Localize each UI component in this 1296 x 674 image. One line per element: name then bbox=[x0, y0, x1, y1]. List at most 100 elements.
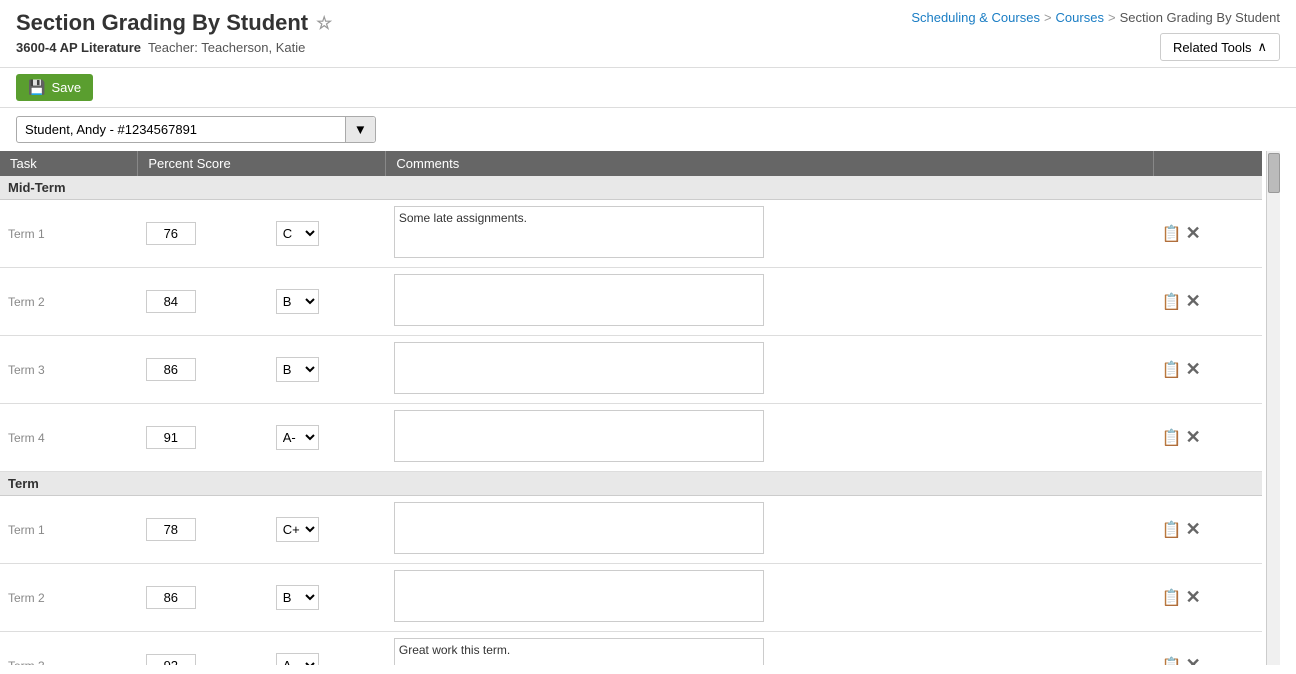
comment-textarea[interactable] bbox=[394, 274, 764, 326]
score-input[interactable] bbox=[146, 586, 196, 609]
score-input[interactable] bbox=[146, 290, 196, 313]
grade-cell: A+AA-B+BB-C+CC-D+DD-F bbox=[268, 268, 386, 336]
score-input[interactable] bbox=[146, 654, 196, 665]
course-name: 3600-4 AP Literature bbox=[16, 40, 141, 55]
grade-area: Task Percent Score Comments Mid-Term Ter… bbox=[0, 151, 1266, 665]
header: Section Grading By Student ☆ 3600-4 AP L… bbox=[0, 0, 1296, 68]
doc-icon[interactable]: 📋 bbox=[1162, 520, 1182, 540]
student-input[interactable] bbox=[17, 117, 345, 142]
teacher-name: Teacherson, Katie bbox=[201, 40, 305, 55]
task-label: Term 2 bbox=[0, 564, 138, 632]
grade-select[interactable]: A+AA-B+BB-C+CC-D+DD-F bbox=[276, 653, 319, 665]
grade-select[interactable]: A+AA-B+BB-C+CC-D+DD-F bbox=[276, 585, 319, 610]
breadcrumb-sep1: > bbox=[1044, 10, 1052, 25]
grade-select[interactable]: A+AA-B+BB-C+CC-D+DD-F bbox=[276, 517, 319, 542]
subtitle: 3600-4 AP Literature Teacher: Teacherson… bbox=[16, 40, 332, 55]
doc-icon[interactable]: 📋 bbox=[1162, 588, 1182, 608]
clear-icon[interactable]: ✕ bbox=[1186, 291, 1201, 312]
doc-icon[interactable]: 📋 bbox=[1162, 428, 1182, 448]
grade-select[interactable]: A+AA-B+BB-C+CC-D+DD-F bbox=[276, 221, 319, 246]
score-cell bbox=[138, 336, 268, 404]
grade-row: Term 3 A+AA-B+BB-C+CC-D+DD-F 📋 ✕ bbox=[0, 336, 1262, 404]
clear-icon[interactable]: ✕ bbox=[1186, 427, 1201, 448]
task-label: Term 1 bbox=[0, 200, 138, 268]
comment-textarea[interactable]: Great work this term. bbox=[394, 638, 764, 665]
comment-cell bbox=[386, 336, 1154, 404]
task-label: Term 3 bbox=[0, 632, 138, 666]
action-cell: 📋 ✕ bbox=[1154, 404, 1262, 472]
grade-cell: A+AA-B+BB-C+CC-D+DD-F bbox=[268, 496, 386, 564]
comment-textarea[interactable] bbox=[394, 342, 764, 394]
grade-table: Task Percent Score Comments Mid-Term Ter… bbox=[0, 151, 1262, 665]
score-input[interactable] bbox=[146, 358, 196, 381]
grade-row: Term 1 A+AA-B+BB-C+CC-D+DD-F 📋 ✕ bbox=[0, 496, 1262, 564]
clear-icon[interactable]: ✕ bbox=[1186, 655, 1201, 665]
col-header-comments: Comments bbox=[386, 151, 1154, 176]
score-cell bbox=[138, 632, 268, 666]
doc-icon[interactable]: 📋 bbox=[1162, 656, 1182, 666]
table-header: Task Percent Score Comments bbox=[0, 151, 1262, 176]
chevron-up-icon: ∧ bbox=[1257, 39, 1267, 55]
action-cell: 📋 ✕ bbox=[1154, 564, 1262, 632]
section-name-1: Term bbox=[0, 472, 1262, 496]
comment-textarea[interactable]: Some late assignments. bbox=[394, 206, 764, 258]
save-label: Save bbox=[51, 80, 81, 95]
header-left: Section Grading By Student ☆ 3600-4 AP L… bbox=[16, 10, 332, 55]
action-cell: 📋 ✕ bbox=[1154, 268, 1262, 336]
comment-textarea[interactable] bbox=[394, 570, 764, 622]
score-input[interactable] bbox=[146, 426, 196, 449]
comment-cell bbox=[386, 404, 1154, 472]
clear-icon[interactable]: ✕ bbox=[1186, 587, 1201, 608]
breadcrumb-link-scheduling[interactable]: Scheduling & Courses bbox=[911, 10, 1040, 25]
grade-cell: A+AA-B+BB-C+CC-D+DD-F bbox=[268, 200, 386, 268]
clear-icon[interactable]: ✕ bbox=[1186, 359, 1201, 380]
comment-cell bbox=[386, 496, 1154, 564]
doc-icon[interactable]: 📋 bbox=[1162, 292, 1182, 312]
comment-textarea[interactable] bbox=[394, 502, 764, 554]
task-label: Term 4 bbox=[0, 404, 138, 472]
comment-textarea[interactable] bbox=[394, 410, 764, 462]
action-cell: 📋 ✕ bbox=[1154, 336, 1262, 404]
related-tools-button[interactable]: Related Tools ∧ bbox=[1160, 33, 1280, 61]
grade-cell: A+AA-B+BB-C+CC-D+DD-F bbox=[268, 336, 386, 404]
teacher-label: Teacher: bbox=[148, 40, 198, 55]
clear-icon[interactable]: ✕ bbox=[1186, 519, 1201, 540]
page-title-text: Section Grading By Student bbox=[16, 10, 308, 36]
student-dropdown: ▼ bbox=[16, 116, 376, 143]
grade-select[interactable]: A+AA-B+BB-C+CC-D+DD-F bbox=[276, 289, 319, 314]
student-dropdown-button[interactable]: ▼ bbox=[345, 117, 375, 142]
page-title: Section Grading By Student ☆ bbox=[16, 10, 332, 36]
scrollbar[interactable] bbox=[1266, 151, 1280, 665]
action-cell: 📋 ✕ bbox=[1154, 496, 1262, 564]
grade-row: Term 1 A+AA-B+BB-C+CC-D+DD-F Some late a… bbox=[0, 200, 1262, 268]
score-input[interactable] bbox=[146, 222, 196, 245]
grade-tbody: Mid-Term Term 1 A+AA-B+BB-C+CC-D+DD-F So… bbox=[0, 176, 1262, 665]
save-icon: 💾 bbox=[28, 79, 45, 96]
grade-select[interactable]: A+AA-B+BB-C+CC-D+DD-F bbox=[276, 425, 319, 450]
col-header-task: Task bbox=[0, 151, 138, 176]
grade-select[interactable]: A+AA-B+BB-C+CC-D+DD-F bbox=[276, 357, 319, 382]
toolbar: 💾 Save bbox=[0, 68, 1296, 108]
comment-cell bbox=[386, 564, 1154, 632]
clear-icon[interactable]: ✕ bbox=[1186, 223, 1201, 244]
comment-cell: Great work this term. bbox=[386, 632, 1154, 666]
section-header-1: Term bbox=[0, 472, 1262, 496]
task-label: Term 2 bbox=[0, 268, 138, 336]
grade-row: Term 4 A+AA-B+BB-C+CC-D+DD-F 📋 ✕ bbox=[0, 404, 1262, 472]
save-button[interactable]: 💾 Save bbox=[16, 74, 93, 101]
grade-cell: A+AA-B+BB-C+CC-D+DD-F bbox=[268, 404, 386, 472]
doc-icon[interactable]: 📋 bbox=[1162, 360, 1182, 380]
score-input[interactable] bbox=[146, 518, 196, 541]
breadcrumb-link-courses[interactable]: Courses bbox=[1056, 10, 1104, 25]
score-cell bbox=[138, 496, 268, 564]
score-cell bbox=[138, 564, 268, 632]
student-selector: ▼ bbox=[0, 108, 1296, 151]
section-header-0: Mid-Term bbox=[0, 176, 1262, 200]
comment-cell: Some late assignments. bbox=[386, 200, 1154, 268]
scrollbar-thumb[interactable] bbox=[1268, 153, 1280, 193]
doc-icon[interactable]: 📋 bbox=[1162, 224, 1182, 244]
star-icon[interactable]: ☆ bbox=[316, 13, 332, 34]
task-label: Term 1 bbox=[0, 496, 138, 564]
grade-cell: A+AA-B+BB-C+CC-D+DD-F bbox=[268, 564, 386, 632]
section-name-0: Mid-Term bbox=[0, 176, 1262, 200]
